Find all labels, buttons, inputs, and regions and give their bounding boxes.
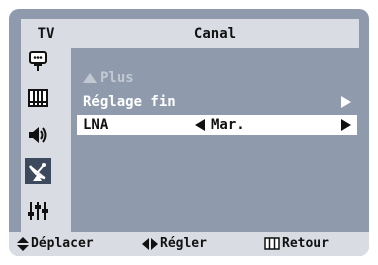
up-arrow-icon bbox=[83, 73, 97, 83]
menu-item-label: Plus bbox=[100, 70, 134, 86]
picture-icon[interactable] bbox=[25, 85, 51, 111]
adjust-label: Régler bbox=[160, 236, 207, 251]
left-arrow-icon[interactable] bbox=[195, 119, 205, 131]
channel-antenna-icon[interactable] bbox=[25, 158, 51, 184]
menu-item-label: LNA bbox=[83, 117, 109, 133]
setup-sliders-icon[interactable] bbox=[25, 198, 51, 224]
move-hint: Déplacer bbox=[17, 236, 94, 251]
right-arrow-icon bbox=[341, 96, 351, 108]
menu-item-plus: Plus bbox=[77, 68, 357, 88]
menu-content: Plus Réglage fin LNA Mar. bbox=[71, 48, 359, 232]
up-down-arrow-icon bbox=[17, 236, 29, 251]
move-label: Déplacer bbox=[31, 236, 94, 251]
menu-category-label: TV bbox=[21, 19, 71, 48]
return-label: Retour bbox=[282, 236, 329, 251]
left-right-arrow-icon bbox=[142, 237, 158, 250]
return-hint: Retour bbox=[264, 236, 329, 251]
menu-return-icon bbox=[264, 237, 280, 250]
help-footer: Déplacer Régler Retour bbox=[9, 232, 369, 256]
tv-label: TV bbox=[37, 25, 55, 42]
menu-item-fine-tune[interactable]: Réglage fin bbox=[77, 92, 357, 112]
tv-input-icon[interactable] bbox=[25, 48, 51, 74]
right-arrow-icon[interactable] bbox=[341, 119, 351, 131]
menu-title: Canal bbox=[193, 25, 237, 42]
adjust-hint: Régler bbox=[142, 236, 207, 251]
tv-osd-menu: TV Canal Plus Réglage fin LNA Mar. Dépla… bbox=[9, 9, 369, 256]
menu-item-label: Réglage fin bbox=[83, 94, 176, 110]
menu-title-bar: Canal bbox=[71, 19, 359, 48]
menu-item-lna[interactable]: LNA Mar. bbox=[77, 115, 357, 135]
sound-icon[interactable] bbox=[25, 122, 51, 148]
menu-icon-sidebar bbox=[21, 48, 71, 232]
lna-value: Mar. bbox=[211, 117, 245, 133]
